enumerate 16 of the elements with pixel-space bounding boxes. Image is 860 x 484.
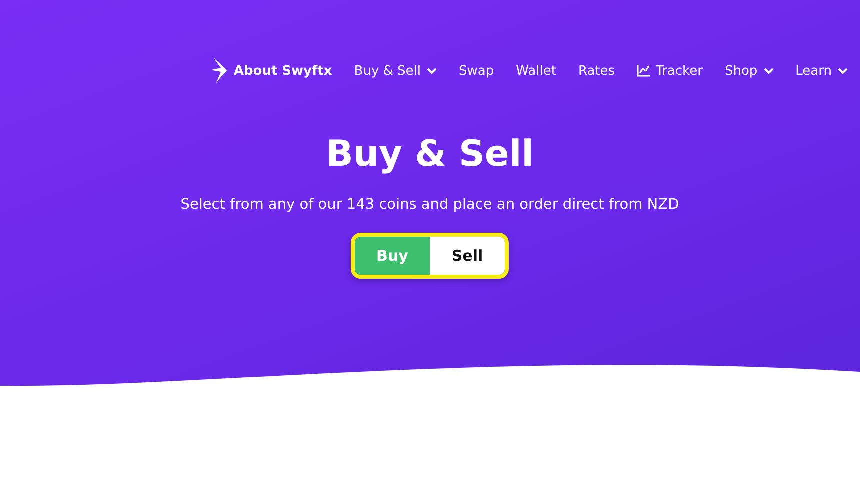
toggle-option[interactable]: Sell	[430, 237, 505, 275]
nav-link[interactable]: Buy & Sell	[354, 58, 438, 84]
subtitle: Select from any of our 143 coins and place an order direct from NZD	[180, 197, 680, 213]
nav-link[interactable]: Wallet	[516, 58, 556, 84]
line-chart-icon	[637, 65, 650, 77]
chevron-down-icon	[764, 68, 774, 74]
nav-link[interactable]: Rates	[578, 58, 616, 84]
nav-link[interactable]: Shop	[724, 58, 774, 84]
nav-link[interactable]: Tracker	[637, 58, 703, 84]
nav-link[interactable]: Learn	[796, 58, 848, 84]
nav-link[interactable]: Swap	[459, 58, 494, 84]
chevron-down-icon	[838, 68, 848, 74]
page-title: Buy & Sell	[326, 134, 534, 175]
chevron-down-icon	[427, 68, 438, 74]
nav-link[interactable]: About Swyftx	[212, 52, 332, 90]
swift-bird-icon	[212, 58, 228, 84]
